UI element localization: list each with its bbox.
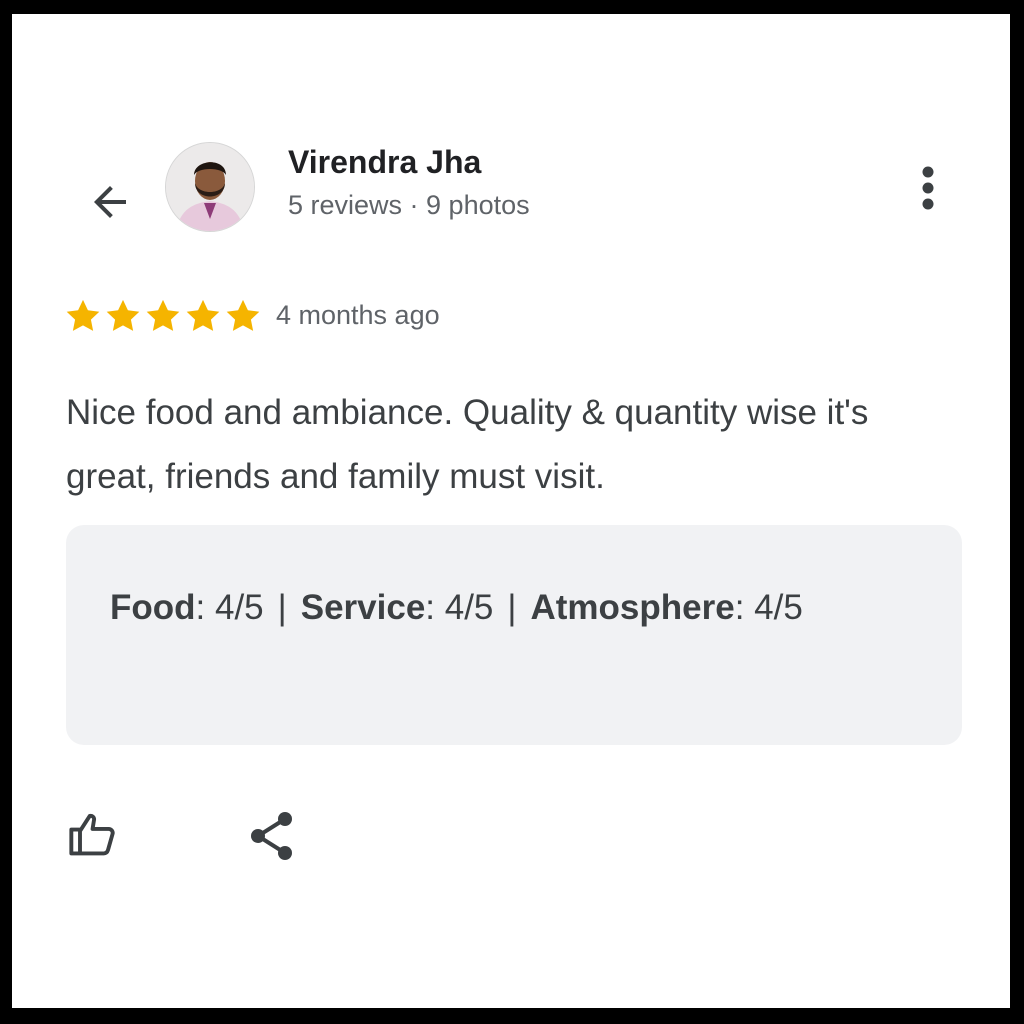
thumb-up-icon [69, 813, 115, 856]
food-value: : 4/5 [195, 588, 264, 627]
more-options-button[interactable] [904, 160, 952, 216]
reviewer-name[interactable]: Virendra Jha [288, 144, 481, 181]
avatar[interactable] [165, 142, 255, 232]
star-icon [146, 299, 180, 331]
star-icon [226, 299, 260, 331]
service-label: Service [300, 588, 426, 627]
atmosphere-label: Atmosphere [530, 588, 735, 627]
back-button[interactable] [74, 174, 146, 230]
food-label: Food [110, 588, 196, 627]
share-icon [251, 812, 292, 860]
reviewer-photo [166, 143, 254, 231]
separator: | [277, 588, 287, 627]
review-text: Nice food and ambiance. Quality & quanti… [66, 393, 869, 496]
atmosphere-value: : 4/5 [734, 588, 803, 627]
service-value: : 4/5 [425, 588, 494, 627]
more-vert-icon [922, 166, 934, 210]
ratings-card: Food: 4/5 | Service: 4/5 | Atmosphere: 4/5 [66, 525, 962, 745]
star-rating [64, 297, 262, 335]
share-button[interactable] [242, 806, 302, 866]
ratings-breakdown: Food: 4/5 | Service: 4/5 | Atmosphere: 4/5 [110, 575, 930, 641]
like-button[interactable] [62, 807, 124, 863]
star-icon [186, 299, 220, 331]
review-time: 4 months ago [276, 300, 440, 330]
arrow-left-icon [94, 186, 126, 218]
separator: | [507, 588, 517, 627]
review-screen: Virendra Jha 5 reviews · 9 photos 4 mont… [12, 14, 1010, 1008]
reviewer-stats: 5 reviews · 9 photos [288, 190, 530, 220]
star-icon [106, 299, 140, 331]
star-icon [66, 299, 100, 331]
